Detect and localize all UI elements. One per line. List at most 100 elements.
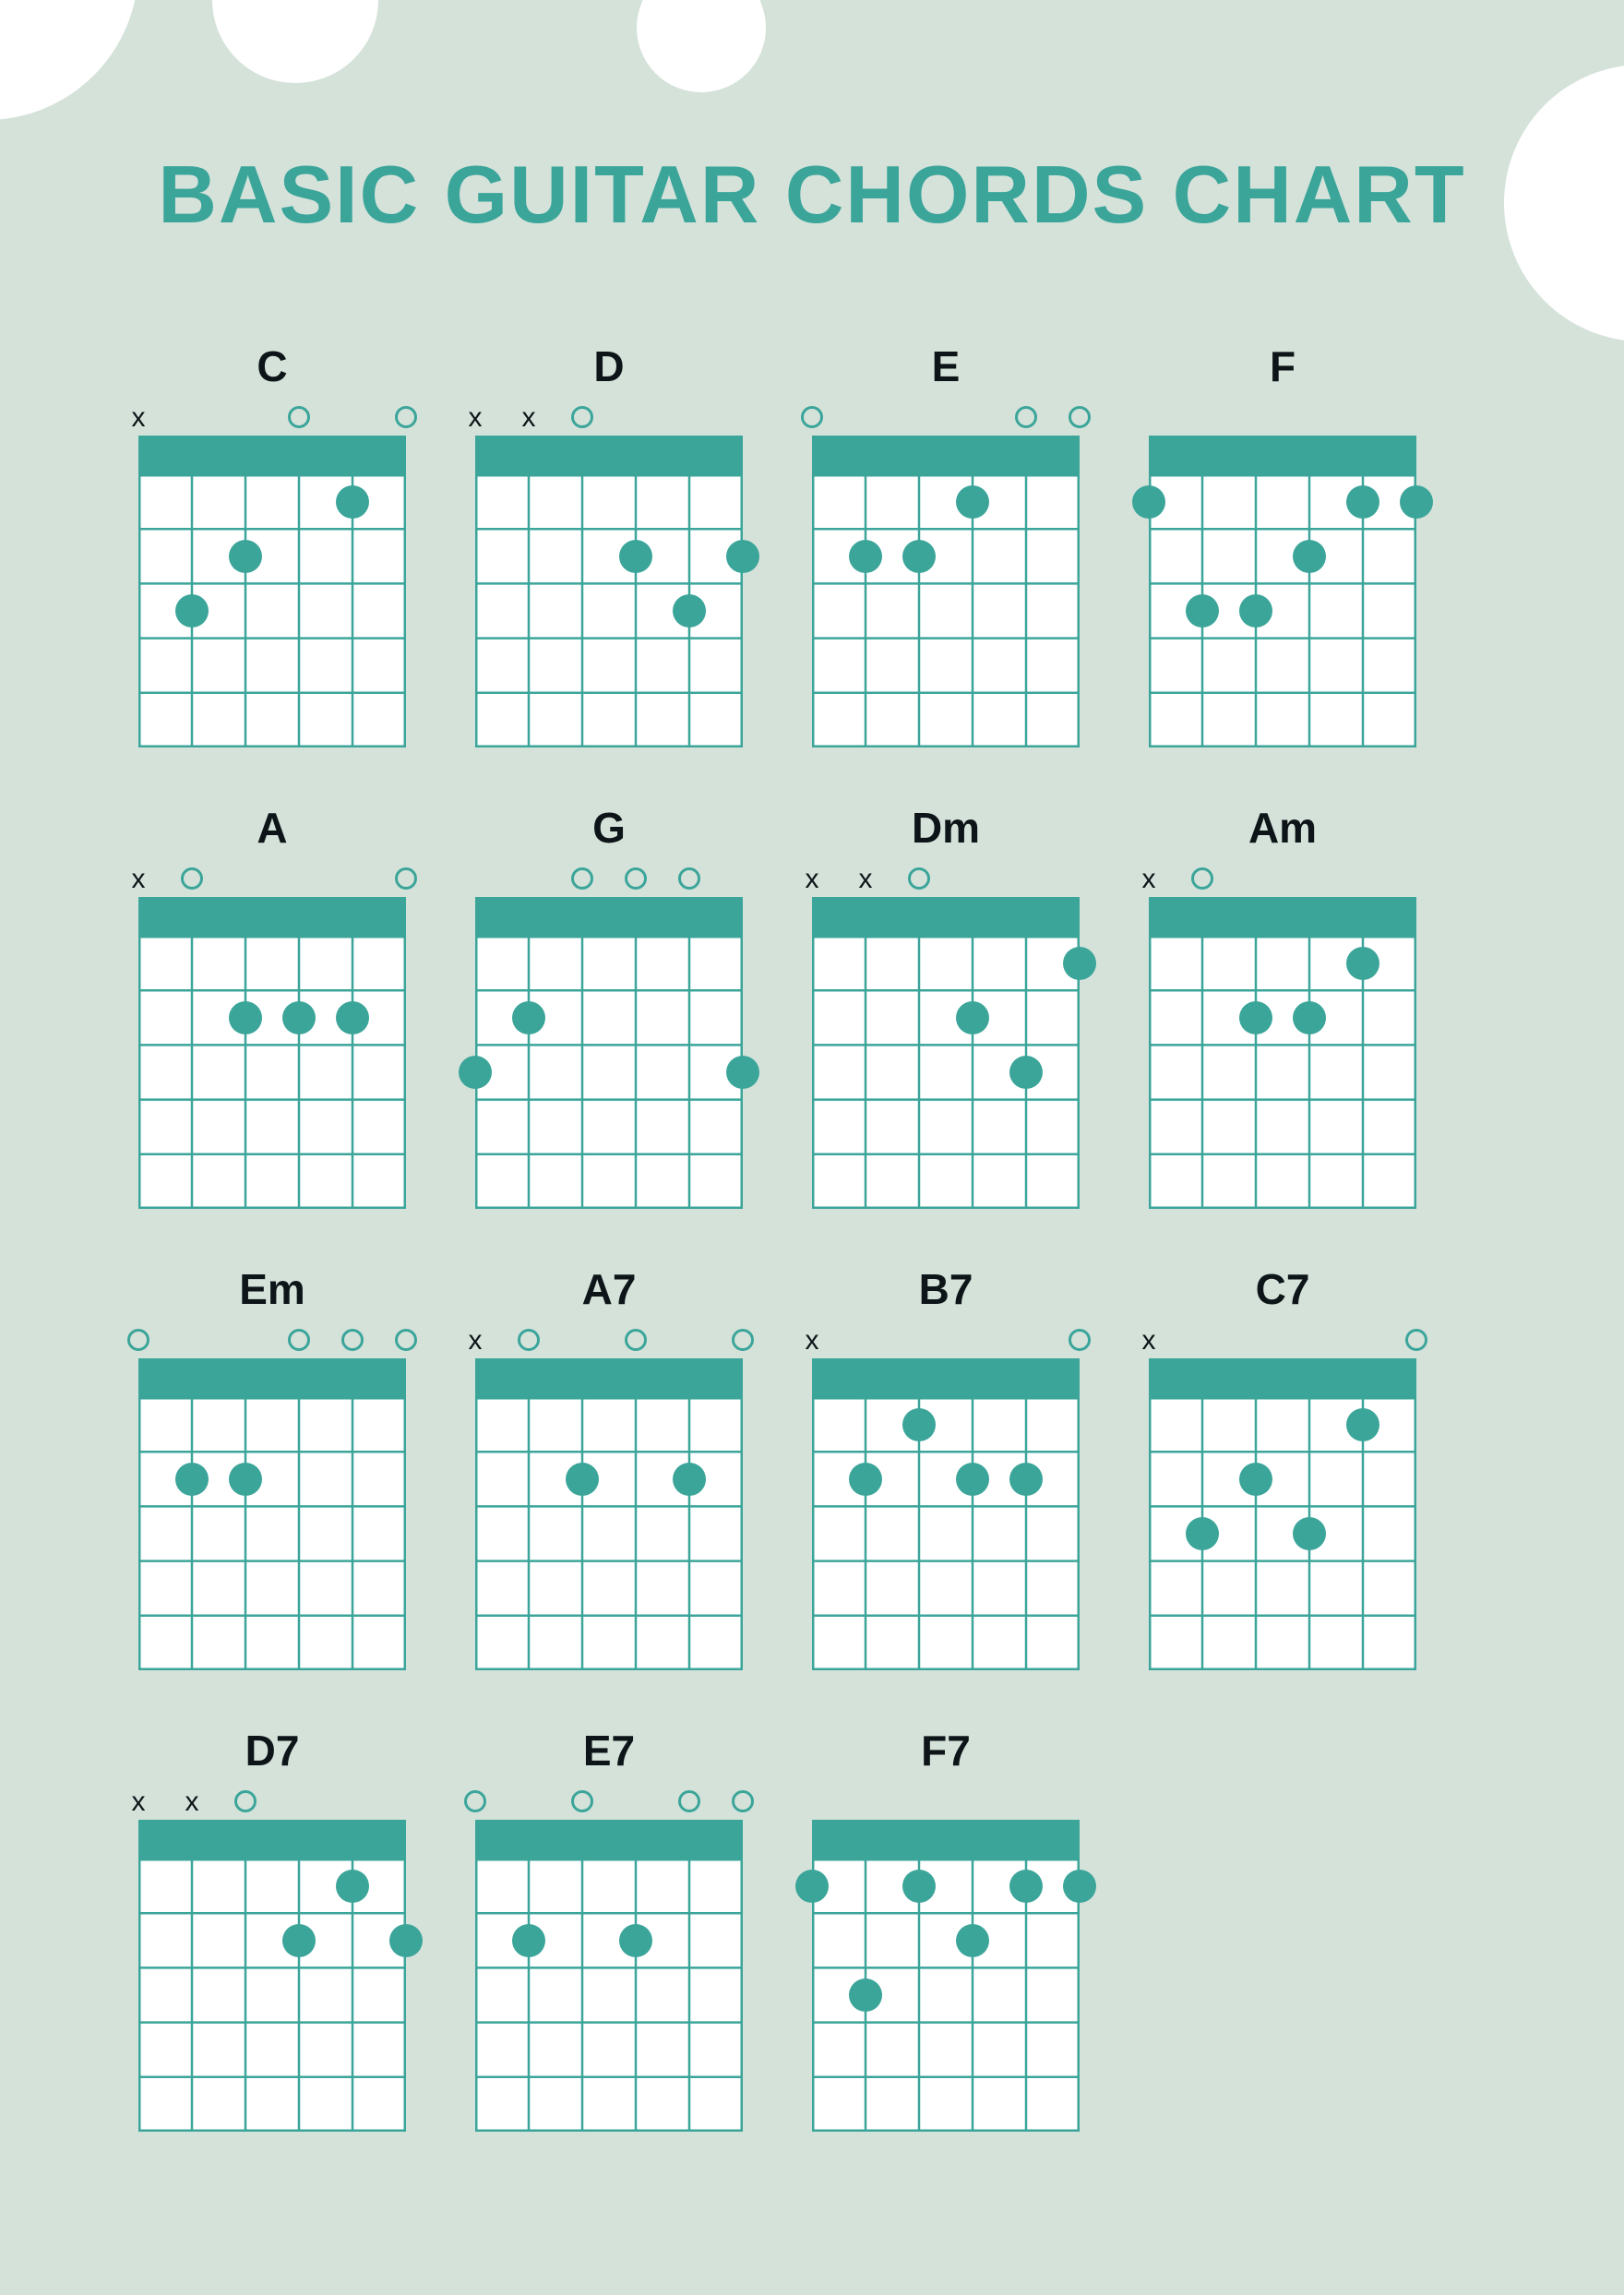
nut xyxy=(812,1358,1080,1397)
chord-diagram: Am x xyxy=(1149,803,1486,1264)
muted-marker: x xyxy=(806,864,819,895)
muted-marker: x xyxy=(859,864,873,895)
finger-dot xyxy=(726,540,759,573)
open-marker xyxy=(464,1790,486,1812)
fret-grid xyxy=(138,1859,406,2132)
muted-marker: x xyxy=(132,864,146,895)
finger-dot xyxy=(619,1924,652,1957)
open-marker xyxy=(288,1329,310,1351)
chord-name: E xyxy=(812,341,1080,391)
chord-grid: CxDxxEFAxGDmxxAmxEmA7xB7xC7xD7xxE7F7 xyxy=(138,341,1486,2187)
open-marker xyxy=(341,1329,364,1351)
muted-marker: x xyxy=(185,1787,199,1818)
fret-grid xyxy=(812,1397,1080,1670)
open-marker xyxy=(181,867,203,890)
chord-name: Em xyxy=(138,1264,406,1314)
finger-dot xyxy=(1009,1056,1043,1089)
chord-diagram: G xyxy=(475,803,812,1264)
chord-diagram: E7 xyxy=(475,1726,812,2187)
chord-diagram: Dmxx xyxy=(812,803,1149,1264)
fret-grid xyxy=(138,1397,406,1670)
chord-diagram: E xyxy=(812,341,1149,803)
open-marker xyxy=(571,1790,593,1812)
markers-row xyxy=(138,1325,406,1357)
finger-dot xyxy=(1063,1870,1096,1903)
finger-dot xyxy=(229,540,262,573)
open-marker xyxy=(518,1329,540,1351)
markers-row: x xyxy=(1149,864,1416,895)
open-marker xyxy=(908,867,930,890)
nut xyxy=(1149,436,1416,474)
finger-dot xyxy=(726,1056,759,1089)
finger-dot xyxy=(1239,1463,1272,1496)
finger-dot xyxy=(1293,1517,1326,1550)
page-title: BASIC GUITAR CHORDS CHART xyxy=(0,148,1624,242)
markers-row: x xyxy=(1149,1325,1416,1357)
finger-dot xyxy=(849,1978,882,2012)
chord-diagram: Dxx xyxy=(475,341,812,803)
finger-dot xyxy=(566,1463,599,1496)
finger-dot xyxy=(1186,1517,1219,1550)
markers-row xyxy=(475,864,743,895)
finger-dot xyxy=(336,1870,369,1903)
markers-row xyxy=(1149,402,1416,434)
chord-diagram: F7 xyxy=(812,1726,1149,2187)
markers-row: xx xyxy=(138,1787,406,1818)
finger-dot xyxy=(1293,1001,1326,1034)
finger-dot xyxy=(956,1924,989,1957)
chord-name: Dm xyxy=(812,803,1080,853)
nut xyxy=(1149,1358,1416,1397)
markers-row xyxy=(812,402,1080,434)
finger-dot xyxy=(1346,947,1379,980)
open-marker xyxy=(288,406,310,428)
open-marker xyxy=(1191,867,1213,890)
fretboard xyxy=(812,1820,1080,2132)
open-marker xyxy=(1069,1329,1091,1351)
finger-dot xyxy=(175,594,209,628)
fretboard xyxy=(138,897,406,1209)
open-marker xyxy=(801,406,823,428)
muted-marker: x xyxy=(1142,864,1156,895)
chord-diagram: B7x xyxy=(812,1264,1149,1726)
open-marker xyxy=(732,1329,754,1351)
chord-name: F xyxy=(1149,341,1416,391)
finger-dot xyxy=(902,1870,936,1903)
finger-dot xyxy=(1293,540,1326,573)
chord-name: E7 xyxy=(475,1726,743,1775)
fretboard xyxy=(475,897,743,1209)
muted-marker: x xyxy=(522,402,536,434)
open-marker xyxy=(395,406,417,428)
nut xyxy=(138,1820,406,1859)
chord-name: A7 xyxy=(475,1264,743,1314)
finger-dot xyxy=(956,485,989,519)
fretboard xyxy=(1149,897,1416,1209)
chord-name: G xyxy=(475,803,743,853)
fretboard xyxy=(475,1820,743,2132)
chord-name: D xyxy=(475,341,743,391)
finger-dot xyxy=(1009,1463,1043,1496)
open-marker xyxy=(625,867,647,890)
markers-row xyxy=(812,1787,1080,1818)
chord-name: F7 xyxy=(812,1726,1080,1775)
open-marker xyxy=(395,867,417,890)
muted-marker: x xyxy=(132,1787,146,1818)
chord-name: B7 xyxy=(812,1264,1080,1314)
chord-name: Am xyxy=(1149,803,1416,853)
fretboard xyxy=(475,436,743,747)
finger-dot xyxy=(849,540,882,573)
chord-diagram: F xyxy=(1149,341,1486,803)
finger-dot xyxy=(1400,485,1433,519)
fretboard xyxy=(138,436,406,747)
fret-grid xyxy=(475,1859,743,2132)
open-marker xyxy=(732,1790,754,1812)
chord-name: C xyxy=(138,341,406,391)
open-marker xyxy=(625,1329,647,1351)
finger-dot xyxy=(512,1924,545,1957)
nut xyxy=(812,1820,1080,1859)
chord-diagram: Ax xyxy=(138,803,475,1264)
finger-dot xyxy=(902,540,936,573)
markers-row: x xyxy=(475,1325,743,1357)
open-marker xyxy=(127,1329,149,1351)
decor-circle xyxy=(212,0,378,83)
chord-name: A xyxy=(138,803,406,853)
